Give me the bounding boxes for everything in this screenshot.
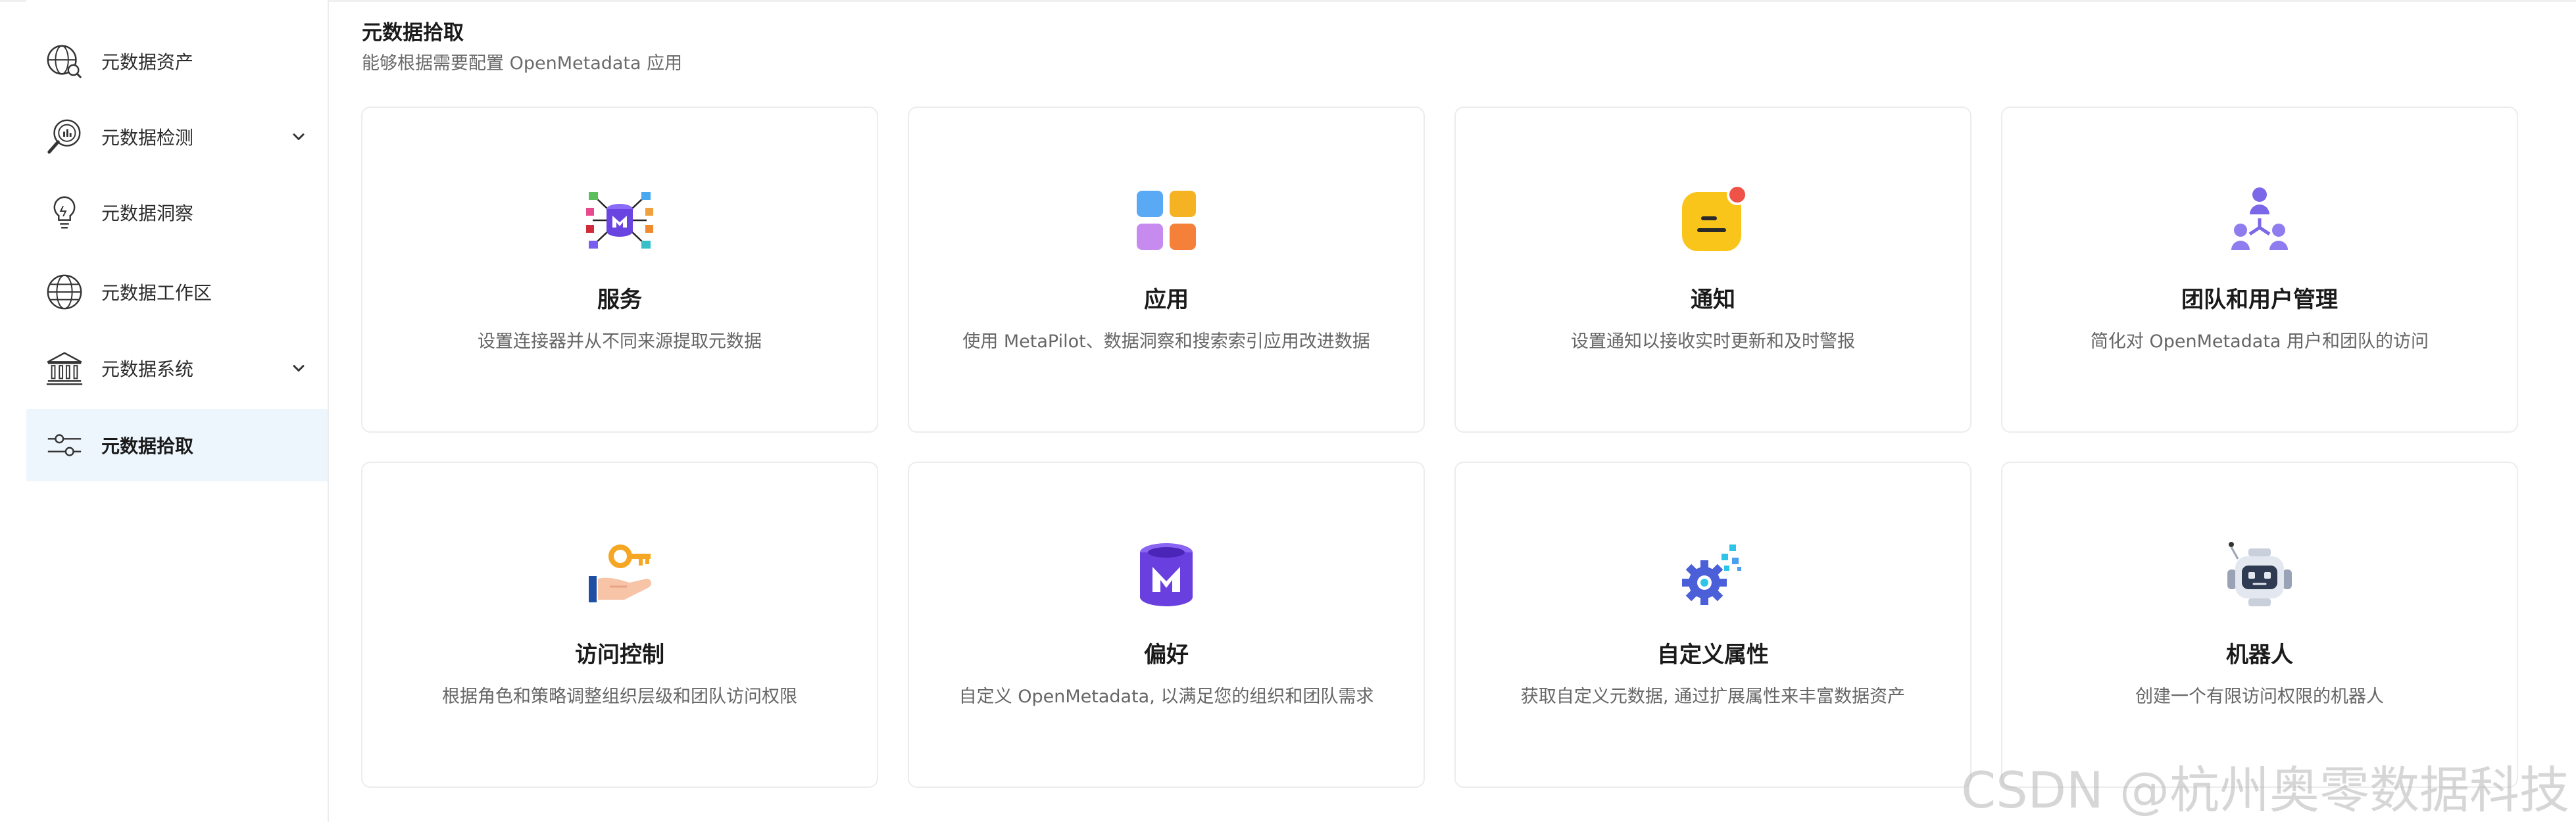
team-users-icon: [2223, 184, 2296, 256]
apps-grid-icon: [1130, 184, 1202, 256]
chevron-down-icon[interactable]: [289, 359, 308, 377]
sidebar-item-metadata-system[interactable]: 元数据系统: [26, 332, 328, 404]
gear-pixels-icon: [1677, 539, 1749, 612]
card-title: 服务: [597, 287, 642, 313]
chevron-down-icon[interactable]: [289, 128, 308, 146]
services-hub-icon: [583, 184, 656, 256]
card-title: 机器人: [2226, 642, 2293, 668]
card-description: 获取自定义元数据, 通过扩展属性来丰富数据资产: [1520, 687, 1906, 707]
card-description: 设置通知以接收实时更新和及时警报: [1571, 331, 1855, 352]
sidebar: 元数据资产 元数据检测 元数据洞察 元数据工作区 元数据系统 元数据拾取: [26, 0, 329, 822]
sidebar-item-label: 元数据洞察: [101, 203, 194, 224]
openmetadata-logo-icon: [1130, 539, 1202, 612]
top-border: [0, 0, 2576, 2]
card-custom-properties[interactable]: 自定义属性 获取自定义元数据, 通过扩展属性来丰富数据资产: [1454, 462, 1971, 788]
card-title: 通知: [1691, 287, 1735, 313]
card-team-user-management[interactable]: 团队和用户管理 简化对 OpenMetadata 用户和团队的访问: [2001, 107, 2518, 433]
card-description: 简化对 OpenMetadata 用户和团队的访问: [2090, 331, 2429, 352]
card-title: 团队和用户管理: [2181, 287, 2338, 313]
sidebar-item-label: 元数据系统: [101, 358, 194, 380]
lightbulb-icon: [42, 190, 87, 235]
sliders-icon: [42, 423, 87, 468]
globe-search-icon: [42, 39, 87, 84]
sidebar-item-metadata-ingestion[interactable]: 元数据拾取: [26, 409, 328, 481]
card-title: 自定义属性: [1657, 642, 1769, 668]
card-access-control[interactable]: 访问控制 根据角色和策略调整组织层级和团队访问权限: [361, 462, 878, 788]
notification-icon: [1677, 184, 1749, 256]
robot-icon: [2223, 539, 2296, 612]
card-notifications[interactable]: 通知 设置通知以接收实时更新和及时警报: [1454, 107, 1971, 433]
card-title: 偏好: [1144, 642, 1189, 668]
sidebar-item-metadata-insights[interactable]: 元数据洞察: [26, 176, 328, 249]
sidebar-item-metadata-detection[interactable]: 元数据检测: [26, 101, 328, 173]
sidebar-item-label: 元数据检测: [101, 127, 194, 149]
card-title: 访问控制: [575, 642, 664, 668]
card-services[interactable]: 服务 设置连接器并从不同来源提取元数据: [361, 107, 878, 433]
sidebar-item-label: 元数据工作区: [101, 282, 212, 304]
sidebar-item-label: 元数据拾取: [101, 435, 194, 457]
card-description: 使用 MetaPilot、数据洞察和搜索索引应用改进数据: [962, 331, 1370, 352]
key-hand-icon: [583, 539, 656, 612]
card-applications[interactable]: 应用 使用 MetaPilot、数据洞察和搜索索引应用改进数据: [908, 107, 1425, 433]
bank-icon: [42, 346, 87, 391]
card-description: 自定义 OpenMetadata, 以满足您的组织和团队需求: [958, 687, 1374, 707]
card-description: 设置连接器并从不同来源提取元数据: [478, 331, 762, 352]
card-description: 根据角色和策略调整组织层级和团队访问权限: [442, 687, 797, 707]
magnify-chart-icon: [42, 114, 87, 159]
card-title: 应用: [1144, 287, 1189, 313]
sidebar-item-label: 元数据资产: [101, 51, 194, 73]
sidebar-item-metadata-workspace[interactable]: 元数据工作区: [26, 256, 328, 328]
card-preferences[interactable]: 偏好 自定义 OpenMetadata, 以满足您的组织和团队需求: [908, 462, 1425, 788]
sidebar-item-metadata-assets[interactable]: 元数据资产: [26, 25, 328, 97]
card-bots[interactable]: 机器人 创建一个有限访问权限的机器人: [2001, 462, 2518, 788]
globe-icon: [42, 270, 87, 314]
page-subtitle: 能够根据需要配置 OpenMetadata 应用: [362, 53, 683, 74]
card-description: 创建一个有限访问权限的机器人: [2135, 687, 2384, 707]
page-title: 元数据拾取: [362, 21, 464, 45]
